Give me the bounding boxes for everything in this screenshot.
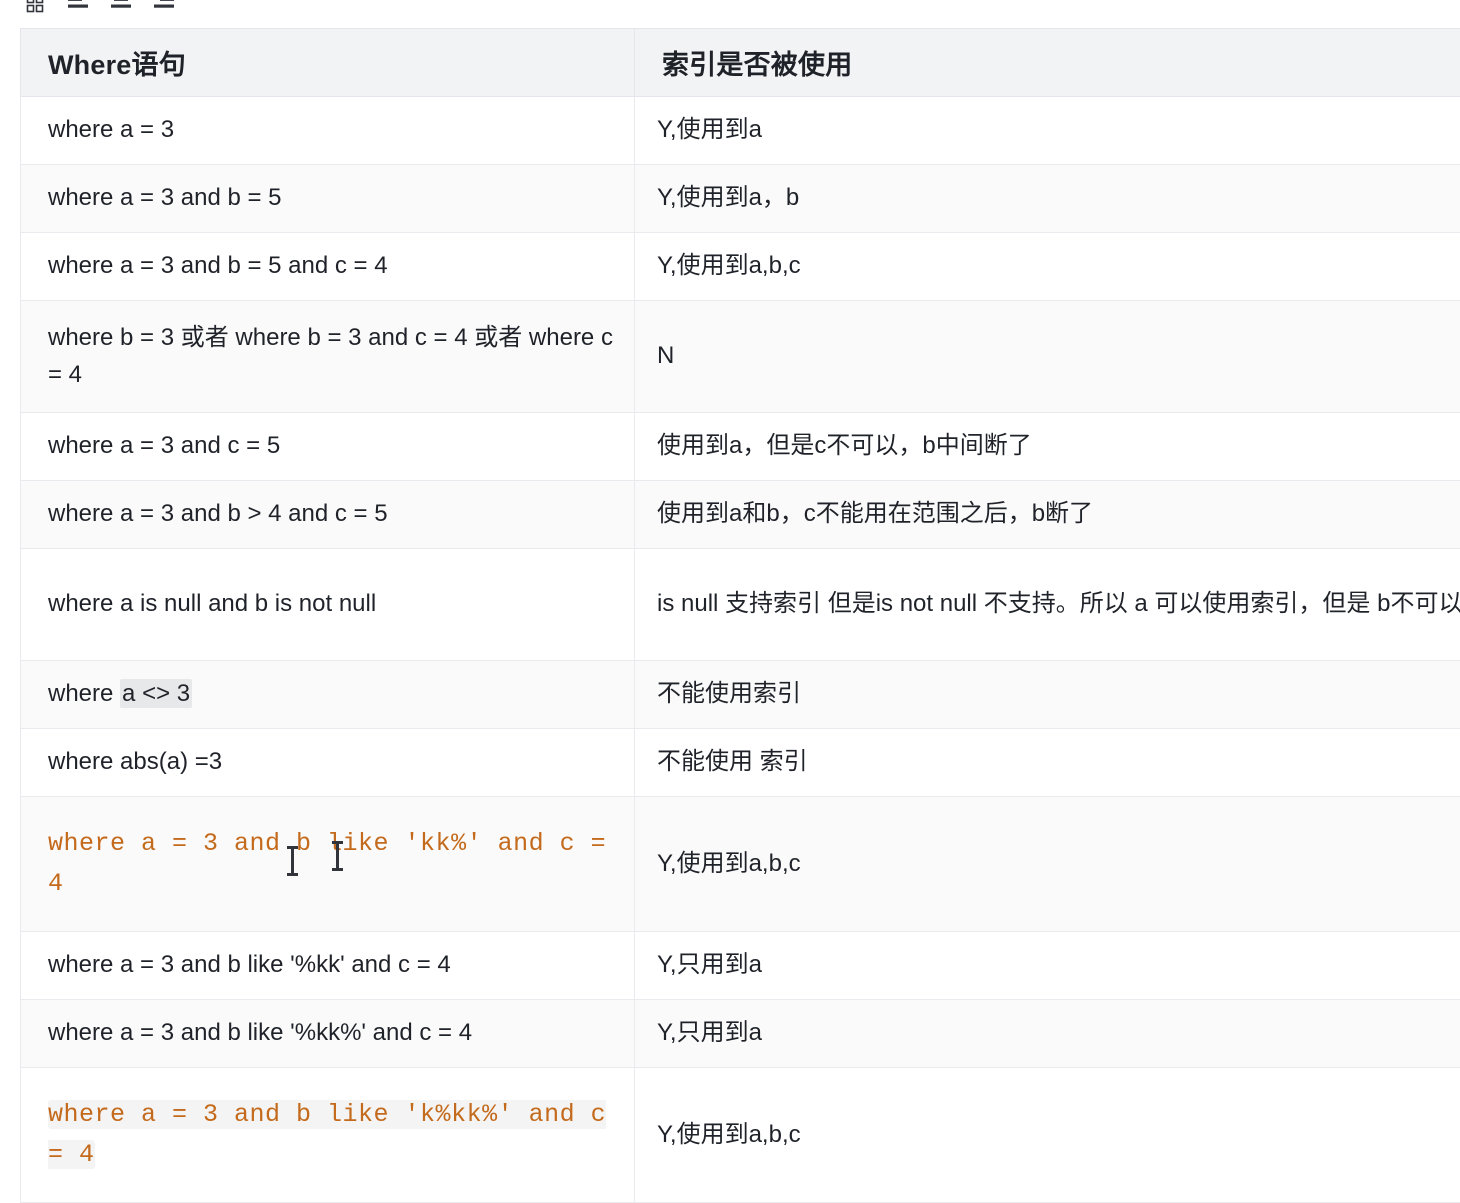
- cell-result[interactable]: Y,只用到a: [635, 1000, 1460, 1068]
- cell-where[interactable]: where a = 3 and b like '%kk' and c = 4: [21, 932, 635, 1000]
- table-row[interactable]: where a = 3 and b = 5 Y,使用到a，b: [21, 165, 1460, 233]
- table-row[interactable]: where abs(a) =3 不能使用 索引: [21, 729, 1460, 797]
- table-row[interactable]: where a = 3 and b like '%kk%' and c = 4 …: [21, 1000, 1460, 1068]
- block-toolbar[interactable]: [22, 0, 177, 21]
- cell-result[interactable]: Y,使用到a,b,c: [635, 233, 1460, 301]
- cell-where[interactable]: where a <> 3: [21, 661, 635, 729]
- where-highlighted-text: a <> 3: [120, 679, 192, 708]
- cell-result[interactable]: Y,使用到a: [635, 97, 1460, 165]
- cell-where[interactable]: where a = 3 and b > 4 and c = 5: [21, 481, 635, 549]
- table-row[interactable]: where a = 3 and b like 'kk%' and c = 4 Y…: [21, 797, 1460, 932]
- table-row[interactable]: where a = 3 Y,使用到a: [21, 97, 1460, 165]
- cell-result[interactable]: 不能使用 索引: [635, 729, 1460, 797]
- where-code-text: where a = 3 and b like 'kk%' and c = 4: [48, 829, 606, 899]
- cell-result[interactable]: 不能使用索引: [635, 661, 1460, 729]
- column-header-where[interactable]: Where语句: [21, 29, 635, 97]
- align-left-icon[interactable]: [65, 0, 91, 17]
- table-grid-icon[interactable]: [22, 0, 48, 17]
- cell-result[interactable]: N: [635, 301, 1460, 413]
- cell-where[interactable]: where a = 3 and b = 5 and c = 4: [21, 233, 635, 301]
- table-scroll-container[interactable]: Where语句 索引是否被使用 where a = 3 Y,使用到a where…: [20, 28, 1460, 1203]
- cell-where[interactable]: where b = 3 或者 where b = 3 and c = 4 或者 …: [21, 301, 635, 413]
- cell-where[interactable]: where abs(a) =3: [21, 729, 635, 797]
- where-prefix-text: where: [48, 680, 120, 707]
- cell-where[interactable]: where a = 3: [21, 97, 635, 165]
- align-right-icon[interactable]: [151, 0, 177, 17]
- mouse-ibeam-cursor: [336, 841, 339, 871]
- cell-where[interactable]: where a = 3 and b like 'kk%' and c = 4: [21, 797, 635, 932]
- table-body: where a = 3 Y,使用到a where a = 3 and b = 5…: [21, 97, 1460, 1203]
- cell-where[interactable]: where a is null and b is not null: [21, 549, 635, 661]
- cell-result[interactable]: is null 支持索引 但是is not null 不支持。所以 a 可以使用…: [635, 549, 1460, 661]
- cell-result[interactable]: 使用到a，但是c不可以，b中间断了: [635, 413, 1460, 481]
- table-row[interactable]: where b = 3 或者 where b = 3 and c = 4 或者 …: [21, 301, 1460, 413]
- cell-result[interactable]: 使用到a和b，c不能用在范围之后，b断了: [635, 481, 1460, 549]
- table-row[interactable]: where a = 3 and b = 5 and c = 4 Y,使用到a,b…: [21, 233, 1460, 301]
- table-row[interactable]: where a = 3 and c = 5 使用到a，但是c不可以，b中间断了: [21, 413, 1460, 481]
- cell-result[interactable]: Y,只用到a: [635, 932, 1460, 1000]
- text-caret: [291, 846, 294, 876]
- column-header-index-used[interactable]: 索引是否被使用: [635, 29, 1460, 97]
- table-row[interactable]: where a is null and b is not null is nul…: [21, 549, 1460, 661]
- cell-where[interactable]: where a = 3 and b like 'k%kk%' and c = 4: [21, 1068, 635, 1203]
- cell-where[interactable]: where a = 3 and c = 5: [21, 413, 635, 481]
- cell-result[interactable]: Y,使用到a,b,c: [635, 797, 1460, 932]
- table-header-row: Where语句 索引是否被使用: [21, 29, 1460, 97]
- table-header: Where语句 索引是否被使用: [21, 29, 1460, 97]
- cell-result[interactable]: Y,使用到a,b,c: [635, 1068, 1460, 1203]
- cell-result[interactable]: Y,使用到a，b: [635, 165, 1460, 233]
- table-row[interactable]: where a = 3 and b like '%kk' and c = 4 Y…: [21, 932, 1460, 1000]
- cell-where[interactable]: where a = 3 and b like '%kk%' and c = 4: [21, 1000, 635, 1068]
- cell-where[interactable]: where a = 3 and b = 5: [21, 165, 635, 233]
- align-center-icon[interactable]: [108, 0, 134, 17]
- where-code-text: where a = 3 and b like 'k%kk%' and c = 4: [48, 1100, 606, 1170]
- table-row[interactable]: where a <> 3 不能使用索引: [21, 661, 1460, 729]
- index-usage-table: Where语句 索引是否被使用 where a = 3 Y,使用到a where…: [20, 28, 1460, 1203]
- table-row[interactable]: where a = 3 and b > 4 and c = 5 使用到a和b，c…: [21, 481, 1460, 549]
- table-row[interactable]: where a = 3 and b like 'k%kk%' and c = 4…: [21, 1068, 1460, 1203]
